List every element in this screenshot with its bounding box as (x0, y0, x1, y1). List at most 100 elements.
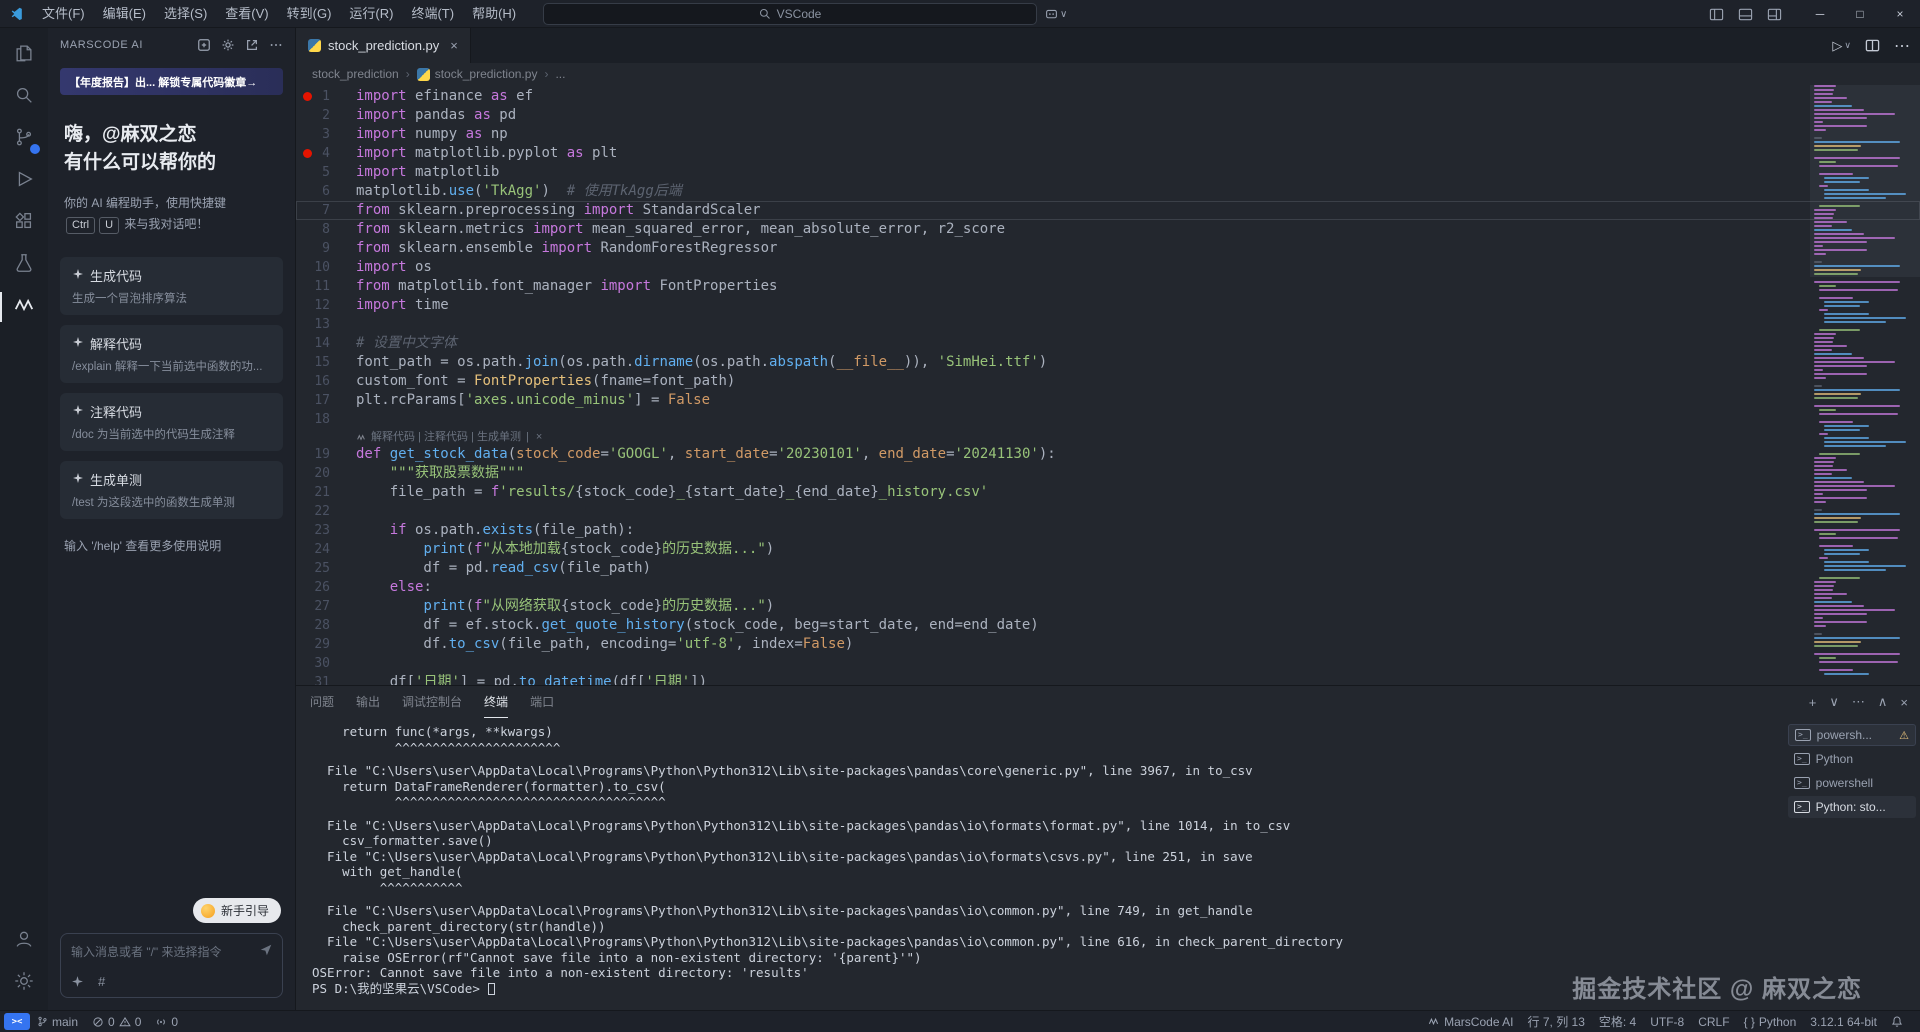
line-number[interactable]: 23 (296, 521, 346, 540)
terminal-list-item-2[interactable]: >_powershell (1788, 772, 1916, 794)
terminal-output[interactable]: return func(*args, **kwargs) ^^^^^^^^^^^… (296, 718, 1788, 1010)
code-line-20[interactable]: 20 """获取股票数据""" (296, 464, 1920, 483)
code-line-11[interactable]: 11from matplotlib.font_manager import Fo… (296, 277, 1920, 296)
menu-item-3[interactable]: 查看(V) (216, 0, 277, 28)
encoding[interactable]: UTF-8 (1643, 1011, 1691, 1032)
source-control-icon[interactable] (0, 118, 48, 160)
tab-stock-prediction[interactable]: stock_prediction.py × (296, 28, 471, 63)
settings-gear-icon[interactable] (0, 962, 48, 1004)
chat-input[interactable]: 输入消息或者 "/" 来选择指令 # (60, 933, 283, 998)
prompt-card-1[interactable]: 解释代码/explain 解释一下当前选中函数的功... (60, 325, 283, 383)
line-number[interactable]: 25 (296, 559, 346, 578)
code-line-13[interactable]: 13 (296, 315, 1920, 334)
line-number[interactable]: 30 (296, 654, 346, 673)
customize-layout-icon[interactable] (1767, 7, 1782, 22)
code-line-16[interactable]: 16custom_font = FontProperties(fname=fon… (296, 372, 1920, 391)
toggle-sidebar-icon[interactable] (1709, 7, 1724, 22)
code-line-14[interactable]: 14# 设置中文字体 (296, 334, 1920, 353)
codelens-close-icon[interactable]: × (536, 429, 542, 445)
line-number[interactable]: 7 (296, 201, 346, 220)
menu-item-1[interactable]: 编辑(E) (94, 0, 155, 28)
tab-close-icon[interactable]: × (450, 38, 458, 53)
menu-item-7[interactable]: 帮助(H) (463, 0, 525, 28)
share-icon[interactable] (245, 38, 259, 52)
breadcrumb[interactable]: stock_prediction › stock_prediction.py ›… (296, 63, 1920, 85)
code-editor[interactable]: 1import efinance as ef2import pandas as … (296, 85, 1920, 685)
search-sidebar-icon[interactable] (0, 76, 48, 118)
explorer-icon[interactable] (0, 34, 48, 76)
code-line-28[interactable]: 28 df = ef.stock.get_quote_history(stock… (296, 616, 1920, 635)
code-line-15[interactable]: 15font_path = os.path.join(os.path.dirna… (296, 353, 1920, 372)
minimize-button[interactable]: ─ (1800, 0, 1840, 28)
maximize-button[interactable]: □ (1840, 0, 1880, 28)
testing-icon[interactable] (0, 244, 48, 286)
onboarding-guide-button[interactable]: 新手引导 (193, 898, 281, 923)
terminal-list-item-0[interactable]: >_powersh...⚠ (1788, 724, 1916, 746)
run-dropdown-icon[interactable]: ∨ (1844, 40, 1851, 51)
code-line-27[interactable]: 27 print(f"从网络获取{stock_code}的历史数据...") (296, 597, 1920, 616)
line-number[interactable]: 22 (296, 502, 346, 521)
line-number[interactable]: 20 (296, 464, 346, 483)
run-debug-icon[interactable] (0, 160, 48, 202)
code-line-31[interactable]: 31 df['日期'] = pd.to_datetime(df['日期']) (296, 673, 1920, 685)
problems-indicator[interactable]: 0 0 (85, 1011, 148, 1032)
terminal-dropdown-icon[interactable]: ∨ (1829, 694, 1839, 710)
line-number[interactable]: 13 (296, 315, 346, 334)
prompt-card-3[interactable]: 生成单测/test 为这段选中的函数生成单测 (60, 461, 283, 519)
remote-indicator[interactable]: >< (4, 1013, 30, 1030)
send-icon[interactable] (259, 943, 273, 962)
panel-tab-输出[interactable]: 输出 (356, 687, 380, 718)
line-number[interactable]: 17 (296, 391, 346, 410)
breakpoint-icon[interactable] (303, 149, 312, 158)
code-line-17[interactable]: 17plt.rcParams['axes.unicode_minus'] = F… (296, 391, 1920, 410)
breadcrumb-file[interactable]: stock_prediction.py (435, 67, 538, 81)
cursor-position[interactable]: 行 7, 列 13 (1521, 1011, 1592, 1032)
code-line-7[interactable]: 7from sklearn.preprocessing import Stand… (296, 201, 1920, 220)
panel-tab-端口[interactable]: 端口 (530, 687, 554, 718)
account-icon[interactable] (0, 920, 48, 962)
line-number[interactable]: 5 (296, 163, 346, 182)
code-line-29[interactable]: 29 df.to_csv(file_path, encoding='utf-8'… (296, 635, 1920, 654)
line-number[interactable]: 4 (296, 144, 346, 163)
code-line-23[interactable]: 23 if os.path.exists(file_path): (296, 521, 1920, 540)
ports-indicator[interactable]: 0 (148, 1011, 185, 1032)
prompt-card-0[interactable]: 生成代码生成一个冒泡排序算法 (60, 257, 283, 315)
line-number[interactable]: 28 (296, 616, 346, 635)
code-line-3[interactable]: 3import numpy as np (296, 125, 1920, 144)
line-number[interactable]: 6 (296, 182, 346, 201)
panel-tab-终端[interactable]: 终端 (484, 687, 508, 718)
code-line-1[interactable]: 1import efinance as ef (296, 87, 1920, 106)
code-line-4[interactable]: 4import matplotlib.pyplot as plt (296, 144, 1920, 163)
new-chat-icon[interactable] (197, 38, 211, 52)
sidebar-more-icon[interactable] (269, 38, 283, 52)
code-line-10[interactable]: 10import os (296, 258, 1920, 277)
language-mode[interactable]: { } Python (1737, 1011, 1804, 1032)
breakpoint-icon[interactable] (303, 92, 312, 101)
code-line-22[interactable]: 22 (296, 502, 1920, 521)
code-line-2[interactable]: 2import pandas as pd (296, 106, 1920, 125)
line-number[interactable]: 9 (296, 239, 346, 258)
code-line-6[interactable]: 6matplotlib.use('TkAgg') # 使用TkAgg后端 (296, 182, 1920, 201)
line-number[interactable]: 24 (296, 540, 346, 559)
line-number[interactable]: 29 (296, 635, 346, 654)
new-terminal-icon[interactable]: + (1809, 695, 1817, 710)
line-number[interactable]: 11 (296, 277, 346, 296)
line-number[interactable]: 2 (296, 106, 346, 125)
line-number[interactable]: 8 (296, 220, 346, 239)
code-line-9[interactable]: 9from sklearn.ensemble import RandomFore… (296, 239, 1920, 258)
line-number[interactable]: 27 (296, 597, 346, 616)
line-number[interactable]: 10 (296, 258, 346, 277)
command-center-search[interactable]: VSCode (543, 3, 1037, 25)
code-line-19[interactable]: 19def get_stock_data(stock_code='GOOGL',… (296, 445, 1920, 464)
code-line-18[interactable]: 18 (296, 410, 1920, 429)
context-hash-icon[interactable]: # (98, 974, 105, 989)
code-line-24[interactable]: 24 print(f"从本地加载{stock_code}的历史数据...") (296, 540, 1920, 559)
extensions-icon[interactable] (0, 202, 48, 244)
line-number[interactable]: 26 (296, 578, 346, 597)
copilot-button[interactable]: ∨ (1045, 8, 1067, 21)
marscode-status-item[interactable]: MarsCode AI (1420, 1011, 1520, 1032)
notifications-bell[interactable] (1884, 1011, 1910, 1032)
breadcrumb-folder[interactable]: stock_prediction (312, 67, 399, 81)
line-number[interactable]: 14 (296, 334, 346, 353)
split-editor-icon[interactable] (1865, 38, 1880, 53)
